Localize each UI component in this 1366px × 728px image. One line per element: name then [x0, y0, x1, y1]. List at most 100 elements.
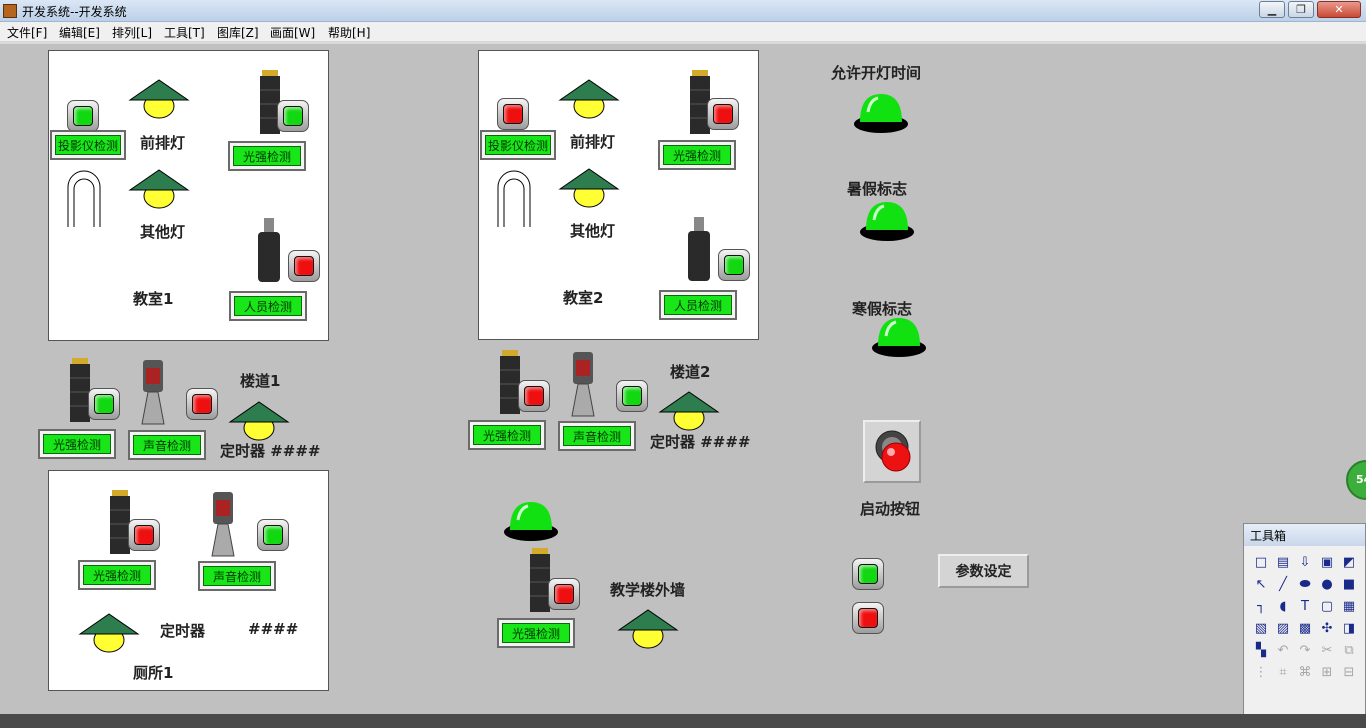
bitmap-icon[interactable]: ▧ [1250, 618, 1272, 640]
light-check-1[interactable]: 光强检测 [228, 141, 306, 171]
corridor1-light-indicator[interactable] [88, 388, 120, 420]
toolbox-title: 工具箱 [1244, 524, 1365, 546]
person-check-1[interactable]: 人员检测 [229, 291, 307, 321]
text-icon[interactable]: T [1294, 596, 1316, 618]
rectangle-icon[interactable]: ■ [1338, 574, 1360, 596]
cut-icon[interactable]: ✂ [1316, 640, 1338, 662]
param-settings-button[interactable]: 参数设定 [938, 554, 1029, 588]
align-icon[interactable]: ⋮ [1250, 662, 1272, 684]
menu-library[interactable]: 图库[Z] [217, 24, 259, 41]
corridor1-timer: 定时器 #### [220, 442, 321, 460]
sound-sensor-icon [571, 352, 595, 417]
gallery-icon[interactable]: ▨ [1272, 618, 1294, 640]
corridor2-sound-check[interactable]: 声音检测 [558, 421, 636, 451]
outer-wall-light-indicator[interactable] [548, 578, 580, 610]
report-icon[interactable]: ▦ [1338, 596, 1360, 618]
light-check-2[interactable]: 光强检测 [658, 140, 736, 170]
undo-icon[interactable]: ↶ [1272, 640, 1294, 662]
front-lights-label: 前排灯 [570, 133, 616, 151]
maximize-button[interactable]: ❐ [1288, 1, 1314, 18]
other-lamp-icon [128, 169, 190, 209]
person-indicator-2[interactable] [718, 249, 750, 281]
corridor1-light-check[interactable]: 光强检测 [38, 429, 116, 459]
color-icon[interactable]: ▚ [1250, 640, 1272, 662]
person-indicator-1[interactable] [288, 250, 320, 282]
outer-wall-label: 教学楼外墙 [610, 581, 686, 599]
winter-lamp-icon [872, 318, 926, 357]
corridor2-label: 楼道2 [670, 363, 711, 381]
window-title: 开发系统--开发系统 [22, 5, 127, 19]
projector-indicator-2[interactable] [497, 98, 529, 130]
toilet1-sound-check[interactable]: 声音检测 [198, 561, 276, 591]
outer-wall-lamp-shade-icon [617, 609, 679, 649]
title-bar: 开发系统--开发系统 ▁ ❐ ✕ [0, 0, 1366, 22]
menu-screen[interactable]: 画面[W] [270, 24, 315, 41]
save-icon[interactable]: ▣ [1316, 552, 1338, 574]
toilet1-lamp-icon [78, 613, 140, 653]
menu-tools[interactable]: 工具[T] [164, 24, 205, 41]
light-indicator-2[interactable] [707, 98, 739, 130]
menu-bar: 文件[F] 编辑[E] 排列[L] 工具[T] 图库[Z] 画面[W] 帮助[H… [0, 22, 1366, 42]
menu-help[interactable]: 帮助[H] [328, 24, 370, 41]
summer-label: 暑假标志 [847, 180, 908, 198]
import-icon[interactable]: ⇩ [1294, 552, 1316, 574]
front-lamp-icon [128, 79, 190, 119]
classroom2-label: 教室2 [563, 289, 604, 307]
menu-edit[interactable]: 编辑[E] [59, 24, 100, 41]
toilet1-light-indicator[interactable] [128, 519, 160, 551]
front-lights-label: 前排灯 [140, 134, 186, 152]
close-button[interactable]: ✕ [1317, 1, 1361, 18]
allow-time-lamp-icon [854, 94, 908, 133]
classroom1-label: 教室1 [133, 290, 174, 308]
projector-indicator-1[interactable] [67, 100, 99, 132]
front-icon[interactable]: ⊞ [1316, 662, 1338, 684]
front-lamp-icon [558, 79, 620, 119]
round-rect-icon[interactable]: ▢ [1316, 596, 1338, 618]
toilet1-light-check[interactable]: 光强检测 [78, 560, 156, 590]
frame-icon[interactable]: ▩ [1294, 618, 1316, 640]
corridor2-light-indicator[interactable] [518, 380, 550, 412]
pointer-icon[interactable]: ↖ [1250, 574, 1272, 596]
copy-icon[interactable]: ⧉ [1338, 640, 1360, 662]
light-indicator-1[interactable] [277, 100, 309, 132]
toolbox-window: 工具箱 □ ▤ ⇩ ▣ ◩ ↖ ╱ ⬬ ● ■ ┐ ◖ T ▢ ▦ ▧ ▨ ▩ … [1243, 523, 1366, 728]
corridor2-light-check[interactable]: 光强检测 [468, 420, 546, 450]
projector-check-2[interactable]: 投影仪检测 [480, 130, 556, 160]
network-icon[interactable]: ✣ [1316, 618, 1338, 640]
status-indicator-red[interactable] [852, 602, 884, 634]
redo-icon[interactable]: ↷ [1294, 640, 1316, 662]
sound-sensor-icon [141, 360, 165, 425]
chart-icon[interactable]: ◩ [1338, 552, 1360, 574]
outer-wall-light-check[interactable]: 光强检测 [497, 618, 575, 648]
group-icon[interactable]: ⌗ [1272, 662, 1294, 684]
line-icon[interactable]: ╱ [1272, 574, 1294, 596]
other-lamp-icon [558, 168, 620, 208]
outer-wall-lamp-icon [504, 502, 558, 541]
minimize-button[interactable]: ▁ [1259, 1, 1285, 18]
projector-check-1[interactable]: 投影仪检测 [50, 130, 126, 160]
menu-file[interactable]: 文件[F] [7, 24, 47, 41]
new-icon[interactable]: □ [1250, 552, 1272, 574]
status-indicator-green[interactable] [852, 558, 884, 590]
toilet1-sound-indicator[interactable] [257, 519, 289, 551]
back-icon[interactable]: ⊟ [1338, 662, 1360, 684]
ungroup-icon[interactable]: ⌘ [1294, 662, 1316, 684]
door-icon [497, 170, 531, 227]
arc-icon[interactable]: ◖ [1272, 596, 1294, 618]
menu-arrange[interactable]: 排列[L] [112, 24, 152, 41]
ellipse-line-icon[interactable]: ⬬ [1294, 574, 1316, 596]
start-button[interactable] [863, 420, 921, 483]
person-check-2[interactable]: 人员检测 [659, 290, 737, 320]
summer-lamp-icon [860, 202, 914, 241]
polyline-icon[interactable]: ┐ [1250, 596, 1272, 618]
link-icon[interactable]: ◨ [1338, 618, 1360, 640]
sound-sensor-icon [211, 492, 235, 557]
corridor1-sound-check[interactable]: 声音检测 [128, 430, 206, 460]
corridor1-sound-indicator[interactable] [186, 388, 218, 420]
door-icon [67, 170, 101, 227]
toilet1-timer-value: #### [248, 620, 299, 638]
toilet1-label: 厕所1 [133, 664, 174, 682]
corridor2-sound-indicator[interactable] [616, 380, 648, 412]
open-icon[interactable]: ▤ [1272, 552, 1294, 574]
circle-icon[interactable]: ● [1316, 574, 1338, 596]
